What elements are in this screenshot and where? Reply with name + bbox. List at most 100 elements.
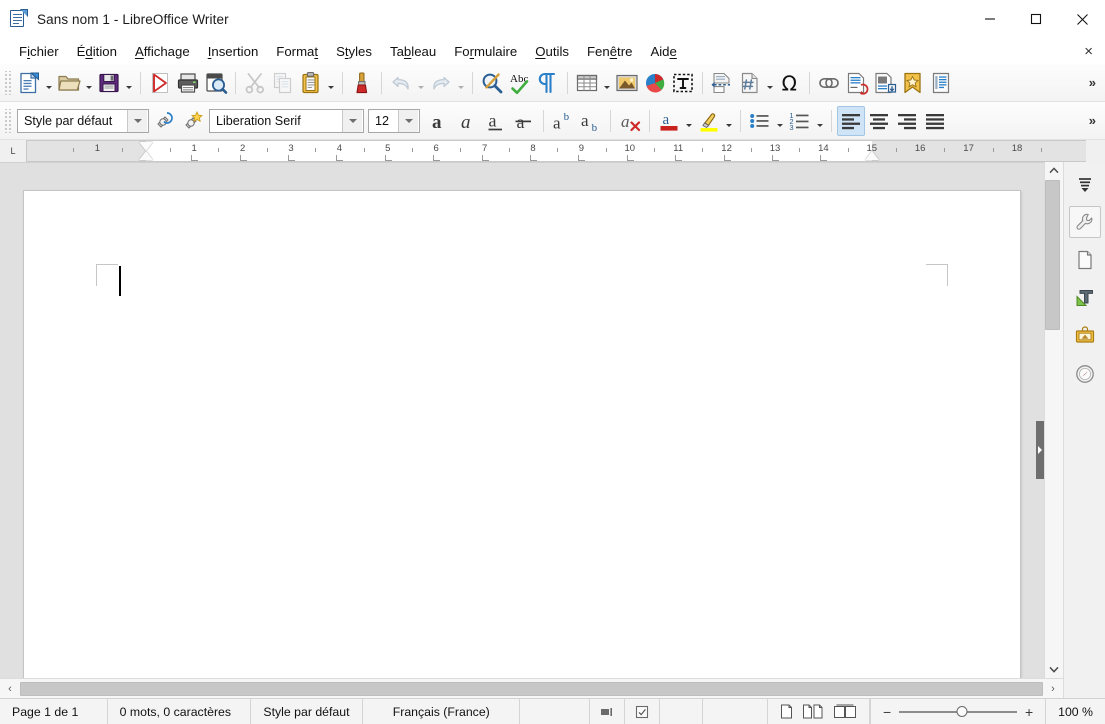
- paste-button[interactable]: [297, 68, 325, 98]
- find-replace-button[interactable]: [478, 68, 506, 98]
- spelling-button[interactable]: Abc: [506, 68, 534, 98]
- close-button[interactable]: [1059, 0, 1105, 38]
- standard-toolbar-overflow-button[interactable]: »: [1084, 64, 1101, 101]
- ordered-list-button[interactable]: 123: [786, 106, 814, 136]
- highlight-color-dropdown-arrow[interactable]: [723, 106, 735, 136]
- insert-endnote-button[interactable]: [871, 68, 899, 98]
- menu-item-styles[interactable]: Styles: [327, 41, 381, 62]
- font-name-combobox[interactable]: Liberation Serif: [209, 108, 364, 133]
- zoom-slider[interactable]: [899, 705, 1018, 719]
- sidebar-item-page[interactable]: [1069, 244, 1101, 276]
- menu-item-fenetre[interactable]: Fenêtre: [578, 41, 641, 62]
- book-view-button[interactable]: [833, 704, 857, 719]
- clone-formatting-button[interactable]: [348, 68, 376, 98]
- horizontal-scroll-thumb[interactable]: [20, 681, 1043, 696]
- toolbar-grip[interactable]: [3, 108, 12, 133]
- scroll-right-button[interactable]: ›: [1043, 683, 1063, 695]
- insert-table-dropdown-arrow[interactable]: [601, 68, 613, 98]
- new-document-dropdown-arrow[interactable]: [43, 68, 55, 98]
- open-document-dropdown-arrow[interactable]: [83, 68, 95, 98]
- menu-item-edition[interactable]: Édition: [68, 41, 126, 62]
- strikethrough-button[interactable]: a: [510, 106, 538, 136]
- update-selected-style-button[interactable]: [151, 106, 179, 136]
- scroll-up-button[interactable]: [1045, 162, 1064, 179]
- zoom-level-label[interactable]: 100 %: [1045, 698, 1105, 724]
- document-canvas[interactable]: [0, 162, 1044, 678]
- sidebar-item-properties[interactable]: [1068, 206, 1101, 238]
- insert-crossref-button[interactable]: [927, 68, 955, 98]
- scroll-left-button[interactable]: ‹: [0, 683, 20, 695]
- align-justify-button[interactable]: [921, 106, 949, 136]
- export-pdf-button[interactable]: [146, 68, 174, 98]
- formatting-toolbar-overflow-button[interactable]: »: [1084, 102, 1101, 139]
- sidebar-item-navigator[interactable]: [1069, 358, 1101, 390]
- right-indent-marker[interactable]: [864, 151, 879, 160]
- insert-page-break-button[interactable]: [708, 68, 736, 98]
- underline-button[interactable]: a: [482, 106, 510, 136]
- insert-hyperlink-button[interactable]: [815, 68, 843, 98]
- chevron-down-icon[interactable]: [342, 109, 362, 132]
- new-style-from-selection-button[interactable]: [179, 106, 207, 136]
- ordered-list-dropdown-arrow[interactable]: [814, 106, 826, 136]
- first-line-indent-marker[interactable]: [138, 142, 153, 151]
- sidebar-show-hide-handle[interactable]: [1036, 421, 1044, 479]
- zoom-out-button[interactable]: −: [881, 704, 893, 720]
- zoom-slider-knob[interactable]: [956, 706, 968, 717]
- subscript-button[interactable]: ab: [577, 106, 605, 136]
- close-document-button[interactable]: ×: [1081, 44, 1096, 59]
- superscript-button[interactable]: ab: [549, 106, 577, 136]
- chevron-down-icon[interactable]: [398, 109, 418, 132]
- bold-button[interactable]: a: [426, 106, 454, 136]
- insert-footnote-button[interactable]: [843, 68, 871, 98]
- status-object-info[interactable]: [703, 698, 769, 724]
- menu-item-affichage[interactable]: Affichage: [126, 41, 199, 62]
- status-language[interactable]: Français (France): [363, 698, 521, 724]
- insert-field-button[interactable]: [736, 68, 764, 98]
- font-size-combobox[interactable]: 12: [368, 108, 420, 133]
- menu-item-format[interactable]: Format: [267, 41, 327, 62]
- formatting-marks-button[interactable]: [534, 68, 562, 98]
- print-button[interactable]: [174, 68, 202, 98]
- new-document-button[interactable]: [15, 68, 43, 98]
- status-page-info[interactable]: Page 1 de 1: [0, 698, 108, 724]
- insert-image-button[interactable]: [613, 68, 641, 98]
- vertical-scrollbar[interactable]: [1044, 162, 1063, 678]
- sidebar-settings-button[interactable]: [1069, 168, 1101, 200]
- print-preview-button[interactable]: [202, 68, 230, 98]
- align-left-button[interactable]: [837, 105, 865, 136]
- status-page-style[interactable]: Style par défaut: [251, 698, 364, 724]
- tab-stop-selector[interactable]: L: [0, 140, 26, 162]
- insert-textbox-button[interactable]: [669, 68, 697, 98]
- sidebar-item-styles[interactable]: [1069, 282, 1101, 314]
- menu-item-fichier[interactable]: Fichier: [10, 41, 68, 62]
- insert-chart-button[interactable]: [641, 68, 669, 98]
- unordered-list-button[interactable]: [746, 106, 774, 136]
- left-indent-marker[interactable]: [138, 151, 153, 160]
- insert-field-dropdown-arrow[interactable]: [764, 68, 776, 98]
- zoom-in-button[interactable]: +: [1023, 704, 1035, 720]
- insert-table-button[interactable]: [573, 68, 601, 98]
- font-color-button[interactable]: a: [655, 106, 683, 136]
- status-insert-mode[interactable]: [520, 698, 590, 724]
- menu-item-outils[interactable]: Outils: [526, 41, 578, 62]
- clear-formatting-button[interactable]: a: [616, 106, 644, 136]
- align-center-button[interactable]: [865, 106, 893, 136]
- paste-dropdown-arrow[interactable]: [325, 68, 337, 98]
- sidebar-item-gallery[interactable]: [1069, 320, 1101, 352]
- insert-bookmark-button[interactable]: [899, 68, 927, 98]
- open-document-button[interactable]: [55, 68, 83, 98]
- vertical-scroll-thumb[interactable]: [1044, 180, 1060, 330]
- menu-item-insertion[interactable]: Insertion: [199, 41, 268, 62]
- vertical-scroll-track[interactable]: [1044, 179, 1064, 661]
- status-save-indicator[interactable]: [625, 698, 660, 724]
- multi-page-view-button[interactable]: [802, 704, 824, 719]
- highlight-color-button[interactable]: [695, 106, 723, 136]
- paragraph-style-combobox[interactable]: Style par défaut: [17, 108, 149, 133]
- menu-item-aide[interactable]: Aide: [641, 41, 685, 62]
- page-1[interactable]: [23, 190, 1021, 678]
- maximize-button[interactable]: [1013, 0, 1059, 38]
- menu-item-formulaire[interactable]: Formulaire: [445, 41, 526, 62]
- align-right-button[interactable]: [893, 106, 921, 136]
- italic-button[interactable]: a: [454, 106, 482, 136]
- toolbar-grip[interactable]: [3, 70, 12, 95]
